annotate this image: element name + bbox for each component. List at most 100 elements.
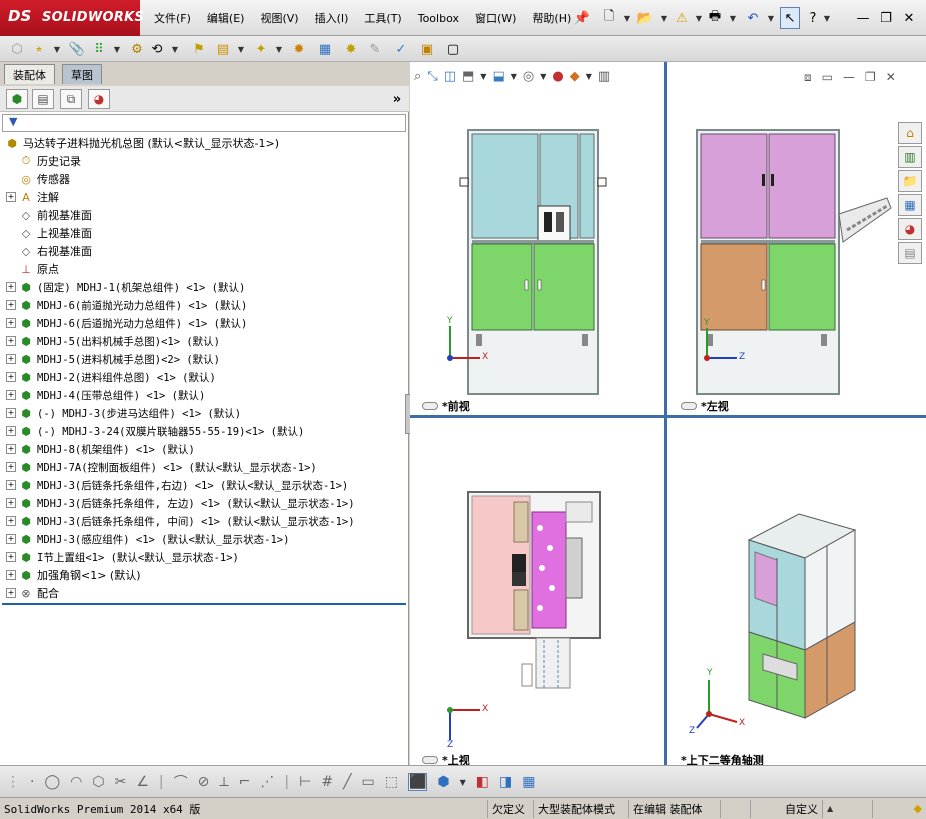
- menu-help[interactable]: 帮助(H): [524, 10, 579, 26]
- chevron-down-icon[interactable]: ▼: [724, 9, 742, 27]
- fillet-icon[interactable]: ⌒: [174, 772, 188, 792]
- warning-icon[interactable]: ⚠: [673, 9, 691, 27]
- tree-item[interactable]: + ⬢ (-) MDHJ-3-24(双膜片联轴器55-55-19)<1> (默认): [0, 422, 409, 440]
- menu-view[interactable]: 视图(V): [252, 10, 306, 26]
- new-motion-study-icon[interactable]: ✹: [290, 40, 308, 58]
- circle-icon[interactable]: ◯: [44, 774, 60, 790]
- reference-geometry-icon[interactable]: ✦: [252, 40, 270, 58]
- display-style-icon[interactable]: ⬢: [437, 774, 449, 790]
- chevron-down-icon[interactable]: ▼: [460, 778, 466, 787]
- assembly-cube-icon[interactable]: ⬡: [8, 40, 26, 58]
- chevron-down-icon[interactable]: ▼: [232, 40, 250, 58]
- expand-panel-icon[interactable]: »: [388, 90, 406, 108]
- arc-icon[interactable]: ◠: [70, 774, 82, 790]
- section-view-icon[interactable]: ⬒: [462, 69, 474, 84]
- select-cursor-icon[interactable]: ↖: [780, 7, 800, 29]
- tree-item[interactable]: + ⬢ MDHJ-2(进料组件总图) <1> (默认): [0, 368, 409, 386]
- feature-tree-icon[interactable]: ⬢: [6, 89, 28, 109]
- expand-icon[interactable]: +: [6, 588, 16, 598]
- instant3d-icon[interactable]: ▢: [444, 40, 462, 58]
- view-palette-icon[interactable]: ▦: [898, 194, 922, 216]
- trim-icon[interactable]: ✂: [115, 774, 127, 790]
- smart-fasteners-icon[interactable]: ⚙: [128, 40, 146, 58]
- expand-icon[interactable]: +: [6, 300, 16, 310]
- expand-icon[interactable]: +: [6, 192, 16, 202]
- menu-window[interactable]: 窗口(W): [467, 10, 524, 26]
- tree-item[interactable]: + ⬢ (-) MDHJ-3(步进马达组件) <1> (默认): [0, 404, 409, 422]
- angle-icon[interactable]: ∠: [136, 774, 149, 790]
- section-icon[interactable]: ◧: [476, 774, 489, 790]
- pin-icon[interactable]: 📌: [573, 9, 591, 27]
- chevron-down-icon[interactable]: ▼: [540, 72, 546, 81]
- box-icon[interactable]: ⬚: [385, 774, 398, 790]
- expand-icon[interactable]: +: [6, 552, 16, 562]
- menu-insert[interactable]: 插入(I): [307, 10, 357, 26]
- tree-item[interactable]: ◇ 右视基准面: [0, 242, 409, 260]
- mate-clip-icon[interactable]: 📎: [68, 40, 86, 58]
- expand-icon[interactable]: +: [6, 480, 16, 490]
- chevron-down-icon[interactable]: ▼: [108, 40, 126, 58]
- chevron-down-icon[interactable]: ▼: [48, 40, 66, 58]
- line-icon[interactable]: ╱: [343, 774, 351, 790]
- viewport-front[interactable]: Y X *前视: [410, 90, 664, 415]
- menu-toolbox[interactable]: Toolbox: [410, 12, 467, 25]
- tree-item[interactable]: + A 注解: [0, 188, 409, 206]
- large-assembly-mode[interactable]: 大型装配体模式: [534, 799, 629, 818]
- tab-assembly[interactable]: 装配体: [4, 64, 55, 84]
- expand-icon[interactable]: +: [6, 372, 16, 382]
- expand-icon[interactable]: +: [6, 426, 16, 436]
- move-component-icon[interactable]: ⟲: [148, 40, 166, 58]
- solidworks-logo[interactable]: DS SOLIDWORKS: [0, 0, 144, 36]
- tree-item[interactable]: + ⬢ MDHJ-6(后道抛光动力总组件) <1> (默认): [0, 314, 409, 332]
- view-settings-icon[interactable]: ▥: [598, 69, 610, 84]
- viewport-left[interactable]: Y Z *左视: [667, 90, 926, 415]
- previous-view-icon[interactable]: ◫: [444, 69, 456, 84]
- offset-icon[interactable]: ⊘: [198, 774, 210, 790]
- expand-icon[interactable]: +: [6, 462, 16, 472]
- expand-icon[interactable]: +: [6, 516, 16, 526]
- mirror-icon[interactable]: ⟂: [219, 774, 228, 790]
- clearance-verification-icon[interactable]: ▣: [418, 40, 436, 58]
- linear-pattern-icon[interactable]: ⠿: [90, 40, 108, 58]
- tree-item[interactable]: + ⬢ MDHJ-5(出料机械手总图)<1> (默认): [0, 332, 409, 350]
- menu-tools[interactable]: 工具(T): [356, 10, 409, 26]
- polygon-icon[interactable]: ⬡: [92, 774, 104, 790]
- viewport-isometric[interactable]: Y X Z *上下二等角轴测: [667, 418, 926, 767]
- expand-icon[interactable]: +: [6, 354, 16, 364]
- corner-icon[interactable]: ⌐: [239, 774, 251, 790]
- tree-item[interactable]: + ⊗ 配合: [0, 584, 409, 602]
- expand-icon[interactable]: +: [6, 390, 16, 400]
- home-icon[interactable]: ⌂: [898, 122, 922, 144]
- tree-item[interactable]: + ⬢ MDHJ-3(后链条托条组件, 中间) <1> (默认<默认_显示状态-1>…: [0, 512, 409, 530]
- tree-item[interactable]: ◇ 上视基准面: [0, 224, 409, 242]
- tree-item[interactable]: + ⬢ (固定) MDHJ-1(机架总组件) <1> (默认): [0, 278, 409, 296]
- expand-icon[interactable]: +: [6, 534, 16, 544]
- file-explorer-icon[interactable]: 📁: [898, 170, 922, 192]
- insert-component-icon[interactable]: ⭒: [30, 40, 48, 58]
- minimize-icon[interactable]: —: [854, 9, 872, 27]
- tree-item[interactable]: + ⬢ MDHJ-4(压带总组件) <1> (默认): [0, 386, 409, 404]
- tree-item[interactable]: ◇ 前视基准面: [0, 206, 409, 224]
- restore-icon[interactable]: ❐: [865, 70, 876, 84]
- interference-detection-icon[interactable]: ✓: [392, 40, 410, 58]
- print-icon[interactable]: 🖶: [706, 9, 724, 27]
- edit-appearance-icon[interactable]: ●: [552, 69, 563, 84]
- property-manager-icon[interactable]: ▤: [32, 89, 54, 109]
- shaded-cube-icon[interactable]: ⬛: [407, 773, 428, 791]
- expand-icon[interactable]: +: [6, 318, 16, 328]
- view-orientation-icon[interactable]: ⬓: [492, 69, 504, 84]
- restore-icon[interactable]: ❐: [877, 9, 895, 27]
- units-selector[interactable]: 自定义: [751, 799, 823, 818]
- tile-icon[interactable]: ◨: [499, 774, 512, 790]
- design-library-icon[interactable]: ▥: [898, 146, 922, 168]
- units-dropdown[interactable]: ▲: [823, 799, 873, 818]
- assembly-features-icon[interactable]: ▤: [214, 40, 232, 58]
- expand-icon[interactable]: +: [6, 336, 16, 346]
- show-hidden-icon[interactable]: ⚑: [190, 40, 208, 58]
- tree-root[interactable]: ⬢ 马达转子进料抛光机总图 (默认<默认_显示状态-1>): [0, 134, 409, 152]
- chevron-down-icon[interactable]: ▼: [480, 72, 486, 81]
- chevron-down-icon[interactable]: ▼: [618, 9, 636, 27]
- dimension-icon[interactable]: ⊢: [299, 774, 311, 790]
- tree-item[interactable]: ⊥ 原点: [0, 260, 409, 278]
- tree-filter-input[interactable]: ▼: [2, 114, 406, 132]
